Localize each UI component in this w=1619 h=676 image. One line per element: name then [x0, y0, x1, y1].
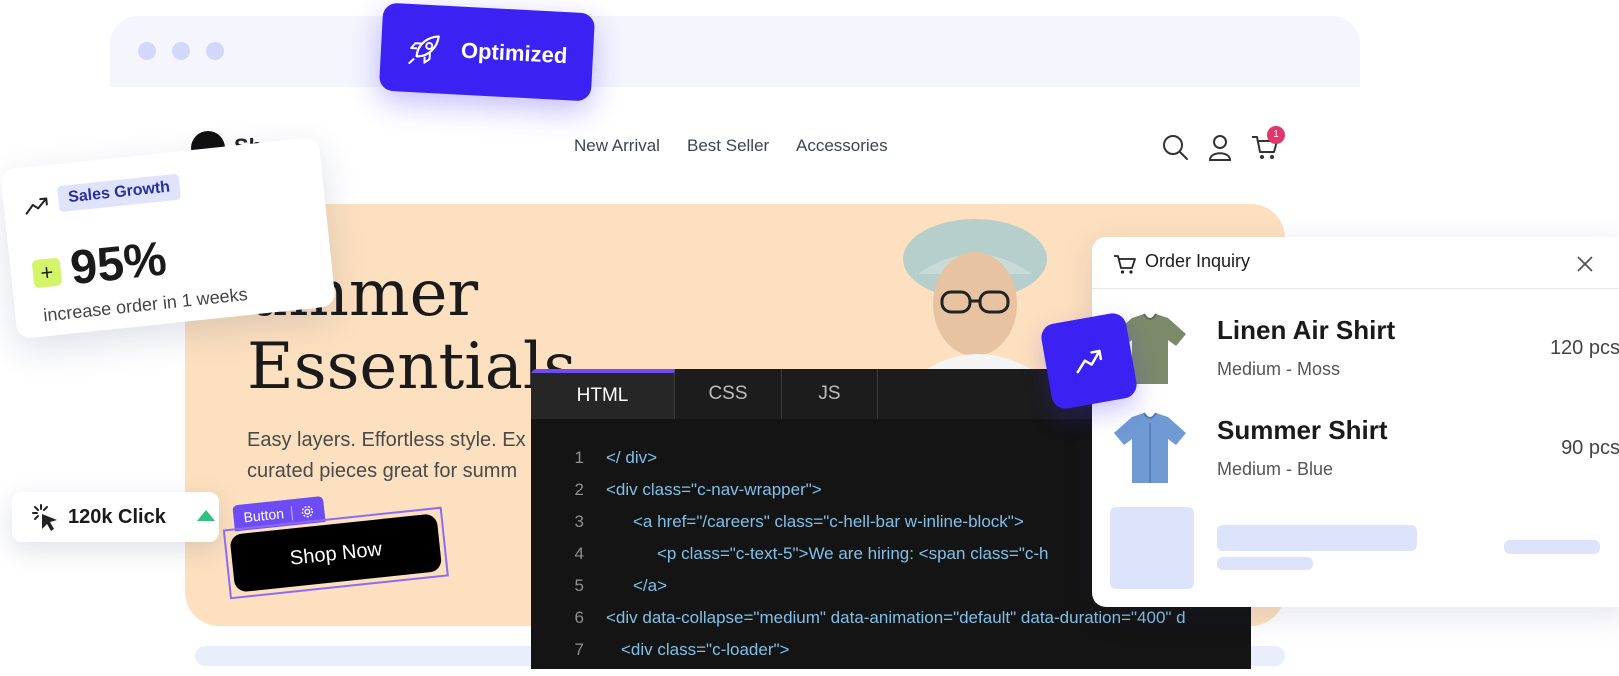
optimized-label: Optimized — [460, 37, 568, 69]
code-text: <div class="c-loader"> — [621, 640, 790, 659]
window-dot-close[interactable] — [138, 42, 156, 60]
button-tag-label: Button — [242, 505, 285, 526]
optimized-badge: Optimized — [378, 2, 596, 102]
code-line[interactable]: 7 <div class="c-loader"> — [531, 640, 1251, 669]
code-text: <p class="c-text-5">We are hiring: <span… — [657, 544, 1049, 563]
order-item-variant: Medium - Blue — [1217, 459, 1334, 479]
cursor-click-icon — [32, 504, 57, 531]
line-number: 7 — [574, 640, 584, 659]
sales-growth-card: Sales Growth + 95% increase order in 1 w… — [0, 136, 337, 340]
tab-css[interactable]: CSS — [675, 369, 782, 419]
code-text: <a href="/careers" class="c-hell-bar w-i… — [633, 512, 1024, 531]
line-number: 2 — [574, 480, 584, 499]
trending-up-icon — [1076, 349, 1103, 374]
order-item-qty: 90 pcs — [1561, 437, 1619, 459]
model-photo — [903, 219, 1047, 374]
sales-growth-value: 95% — [67, 232, 170, 296]
code-text: </ div> — [606, 448, 658, 467]
order-item-variant: Medium - Moss — [1217, 359, 1341, 379]
user-icon[interactable] — [1205, 132, 1235, 162]
code-text: <div data-collapse="medium" data-animati… — [606, 608, 1186, 627]
hero-title-line-2: Essentials — [247, 330, 577, 404]
click-stat-card: 120k Click — [12, 492, 219, 542]
order-item-qty: 120 pcs — [1549, 337, 1619, 359]
trending-up-icon — [25, 197, 48, 215]
line-number: 4 — [574, 544, 584, 563]
nav-item-new-arrival[interactable]: New Arrival — [574, 136, 660, 156]
line-number: 6 — [574, 608, 584, 627]
sales-growth-tag: Sales Growth — [56, 173, 182, 213]
nav-item-accessories[interactable]: Accessories — [796, 136, 888, 156]
code-text: </a> — [633, 576, 668, 595]
trend-up-arrow-icon — [197, 510, 215, 521]
line-number: 5 — [574, 576, 584, 595]
order-card-title: Order Inquiry — [1145, 251, 1251, 271]
cart-icon — [1114, 255, 1136, 274]
skeleton-line — [1504, 540, 1600, 554]
order-item-name: Linen Air Shirt — [1217, 315, 1396, 345]
line-number: 3 — [574, 512, 584, 531]
line-number: 1 — [574, 448, 584, 467]
click-stat-value: 120k Click — [68, 506, 166, 528]
rocket-icon — [408, 35, 440, 64]
search-icon[interactable] — [1160, 132, 1190, 162]
plus-icon: + — [31, 257, 63, 289]
order-card-header: Order Inquiry — [1092, 237, 1619, 289]
gear-icon[interactable] — [300, 504, 315, 519]
window-dot-maximize[interactable] — [206, 42, 224, 60]
hero-subtitle: Easy layers. Effortless style. Ex curate… — [247, 425, 532, 487]
skeleton-line — [1217, 557, 1313, 570]
cart-count-badge: 1 — [1267, 126, 1285, 144]
code-line[interactable]: 6 <div data-collapse="medium" data-anima… — [531, 608, 1251, 640]
order-inquiry-card: Order Inquiry Linen Air Shirt Medium - M… — [1092, 237, 1619, 607]
tab-js[interactable]: JS — [782, 369, 878, 419]
window-dot-minimize[interactable] — [172, 42, 190, 60]
trend-tile[interactable] — [1039, 311, 1139, 411]
shirt-thumbnail — [1114, 412, 1186, 483]
skeleton-line — [1217, 525, 1417, 551]
hero-subtitle-line-1: Easy layers. Effortless style. Ex — [247, 429, 526, 451]
code-text: <div class="c-nav-wrapper"> — [606, 480, 822, 499]
order-item-name: Summer Shirt — [1217, 415, 1388, 445]
hero-subtitle-line-2: curated pieces great for summ — [247, 460, 518, 482]
close-icon[interactable] — [1575, 254, 1595, 274]
nav-item-best-seller[interactable]: Best Seller — [687, 136, 769, 156]
tab-html[interactable]: HTML — [531, 369, 675, 419]
browser-title-bar — [110, 16, 1360, 87]
skeleton-thumbnail — [1110, 507, 1194, 589]
